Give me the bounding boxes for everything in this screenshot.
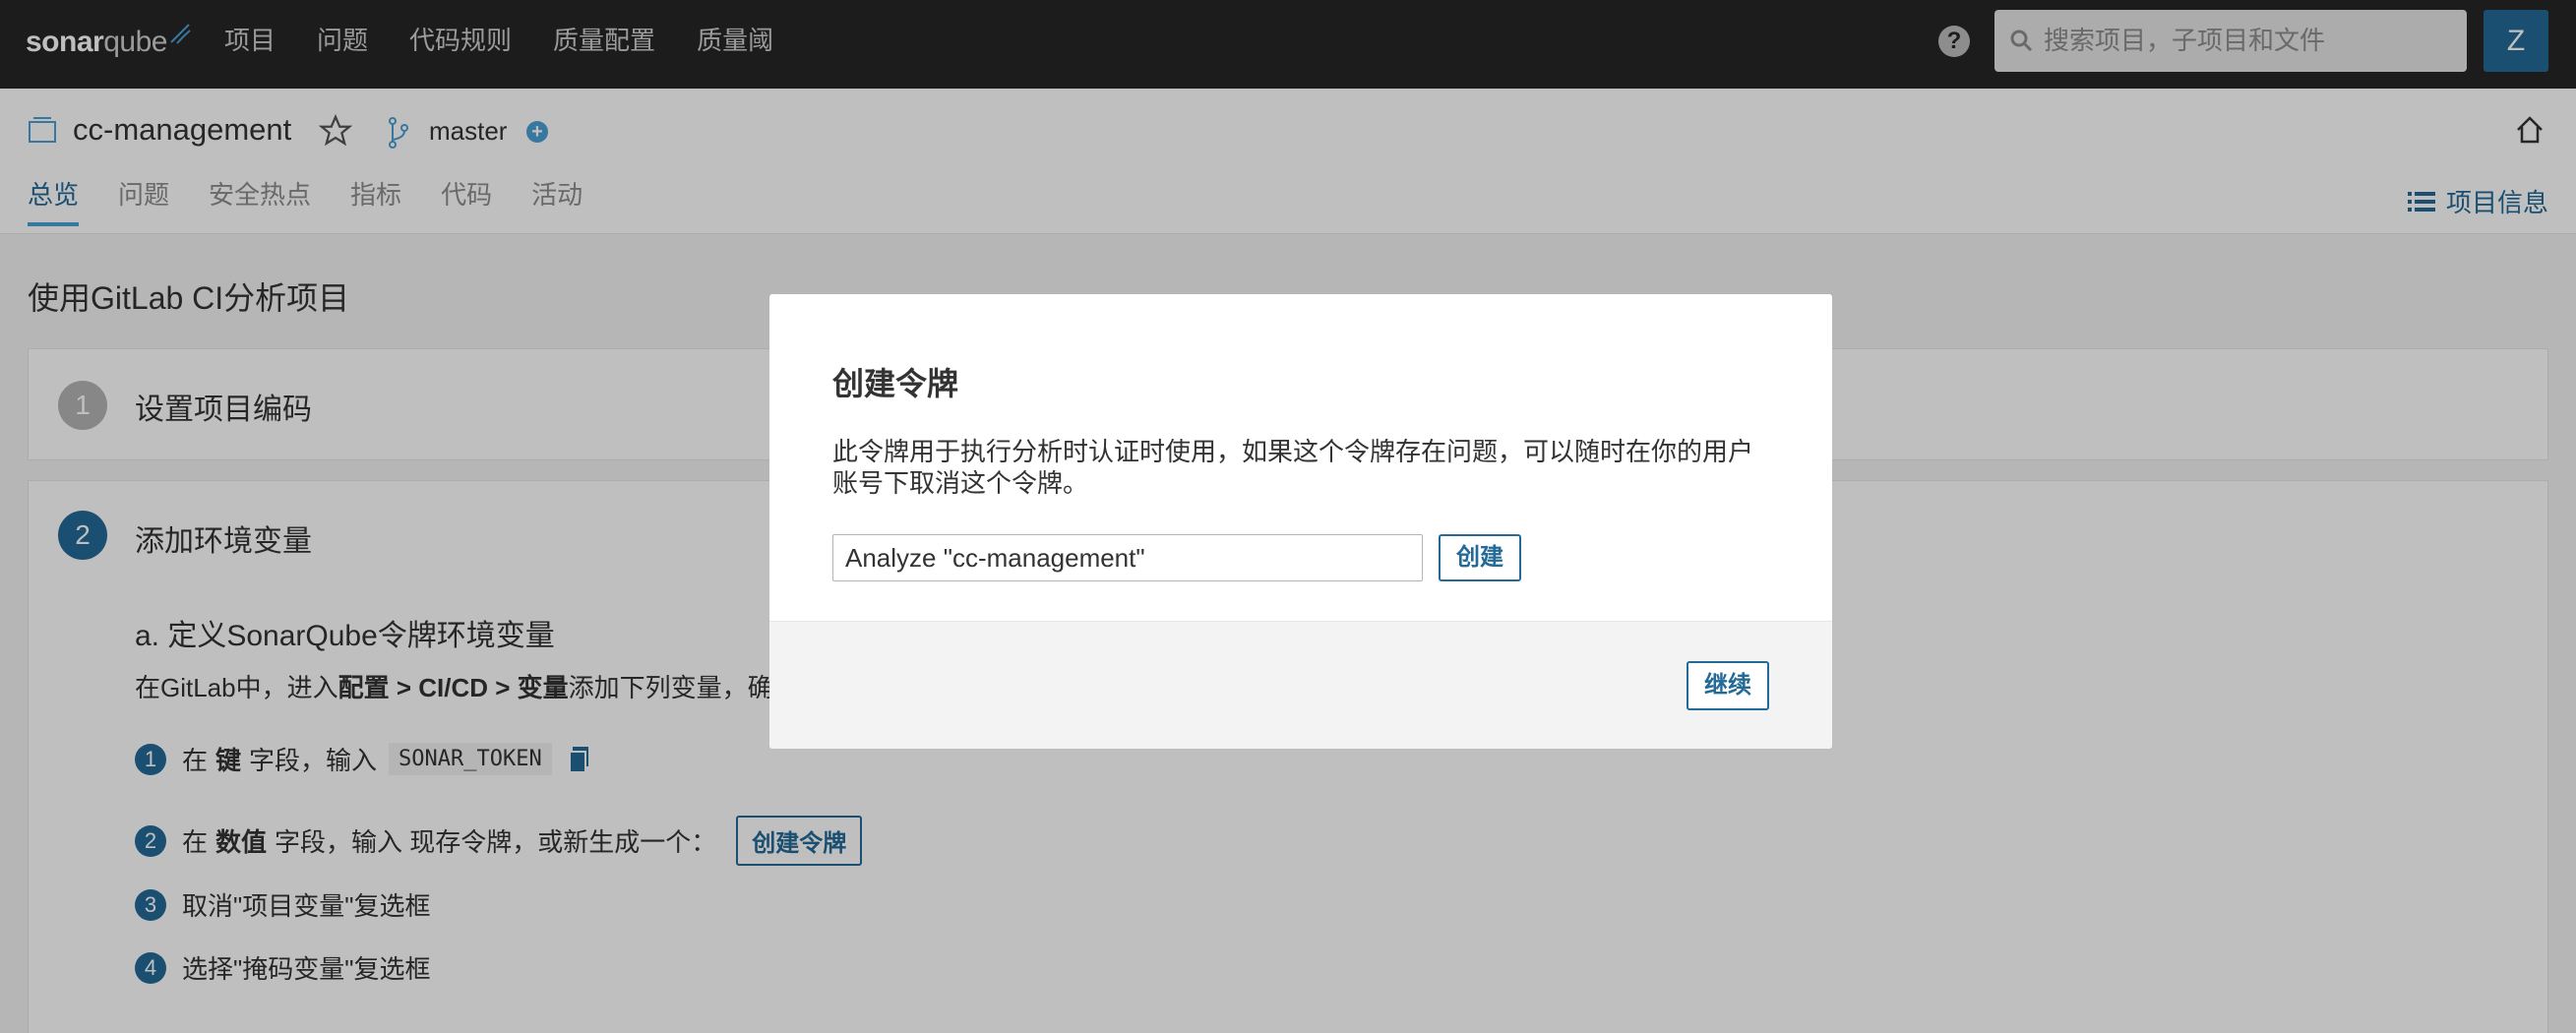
dialog-description: 此令牌用于执行分析时认证时使用，如果这个令牌存在问题，可以随时在你的用户账号下取… bbox=[832, 437, 1754, 498]
dialog-title: 创建令牌 bbox=[832, 366, 959, 401]
token-name-input[interactable]: Analyze "cc-management" bbox=[832, 534, 1423, 581]
continue-button[interactable]: 继续 bbox=[1687, 661, 1769, 710]
create-button[interactable]: 创建 bbox=[1439, 534, 1521, 581]
dialog-footer: 继续 bbox=[769, 621, 1832, 749]
create-token-dialog: 创建令牌 此令牌用于执行分析时认证时使用，如果这个令牌存在问题，可以随时在你的用… bbox=[769, 294, 1832, 749]
